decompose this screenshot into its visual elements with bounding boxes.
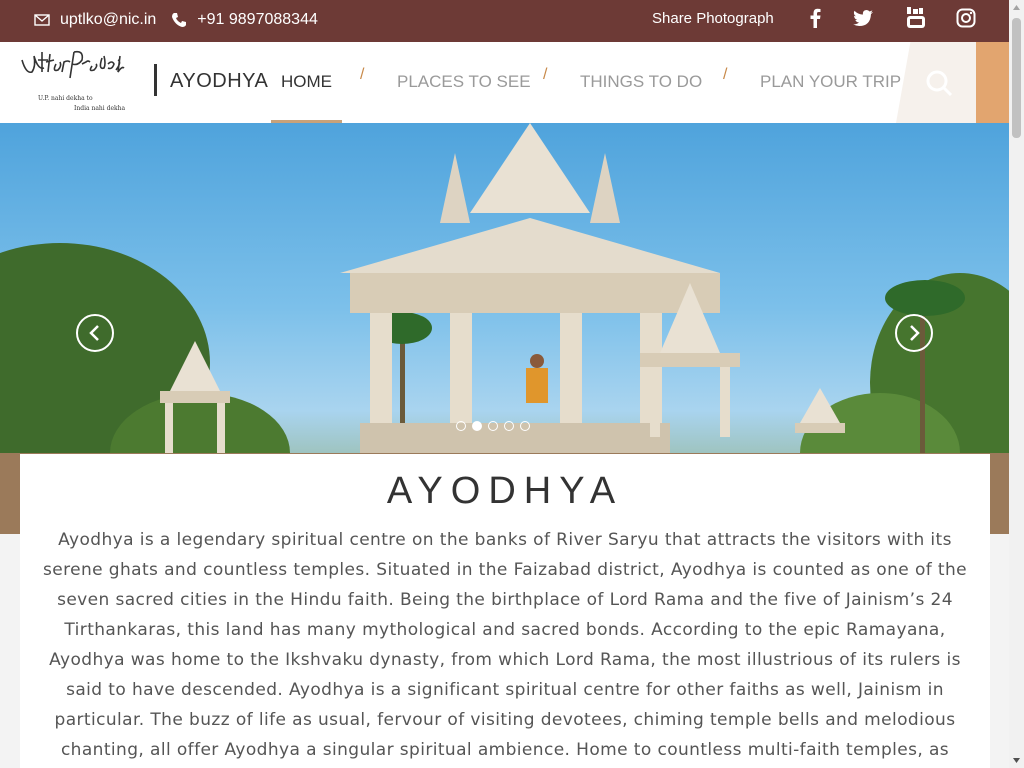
- slider-dots: [456, 421, 530, 431]
- phone-icon: [172, 13, 187, 27]
- email-link[interactable]: uptlko@nic.in: [34, 11, 156, 29]
- slider-prev-button[interactable]: [76, 314, 114, 352]
- email-text: uptlko@nic.in: [60, 11, 157, 28]
- slider-dot[interactable]: [472, 421, 482, 431]
- uttar-pradesh-logo[interactable]: U.P. nahi dekha to India nahi dekha: [18, 48, 128, 114]
- svg-text:U.P. nahi dekha to: U.P. nahi dekha to: [38, 95, 93, 102]
- nav-plan-your-trip[interactable]: PLAN YOUR TRIP: [760, 72, 901, 92]
- chevron-right-icon: [910, 325, 920, 341]
- page-scrollbar[interactable]: [1009, 0, 1024, 768]
- slider-next-button[interactable]: [895, 314, 933, 352]
- twitter-icon[interactable]: [851, 6, 875, 30]
- youtube-icon[interactable]: [904, 6, 928, 30]
- nav-things-to-do[interactable]: THINGS TO DO: [580, 72, 702, 92]
- nav-separator: /: [360, 66, 365, 83]
- page-title: AYODHYA: [386, 470, 624, 512]
- city-name: AYODHYA: [170, 70, 269, 92]
- phone-link[interactable]: +91 9897088344: [171, 11, 318, 29]
- nav-separator: /: [723, 66, 728, 83]
- envelope-icon: [34, 14, 50, 26]
- share-photograph-link[interactable]: Share Photograph: [652, 10, 774, 27]
- svg-text:India nahi dekha: India nahi dekha: [74, 105, 126, 112]
- slider-dot[interactable]: [504, 421, 514, 431]
- facebook-icon[interactable]: [803, 6, 827, 30]
- contact-info: uptlko@nic.in +91 9897088344: [34, 0, 333, 40]
- logo-divider: [154, 64, 157, 96]
- scroll-down-arrow-icon[interactable]: [1009, 753, 1024, 768]
- slider-dot[interactable]: [456, 421, 466, 431]
- search-icon[interactable]: [924, 68, 954, 98]
- phone-text: +91 9897088344: [197, 11, 318, 28]
- scroll-up-arrow-icon[interactable]: [1009, 0, 1024, 15]
- intro-paragraph: Ayodhya is a legendary spiritual centre …: [42, 530, 968, 760]
- instagram-icon[interactable]: [954, 6, 978, 30]
- nav-home[interactable]: HOME: [281, 72, 332, 92]
- slider-dot[interactable]: [488, 421, 498, 431]
- intro-card: AYODHYA Ayodhya is a legendary spiritual…: [20, 454, 990, 768]
- menu-toggle-tab[interactable]: [976, 42, 1009, 123]
- slider-dot[interactable]: [520, 421, 530, 431]
- chevron-left-icon: [89, 325, 99, 341]
- main-header: U.P. nahi dekha to India nahi dekha AYOD…: [0, 42, 1009, 123]
- nav-separator: /: [543, 66, 548, 83]
- top-bar: uptlko@nic.in +91 9897088344 Share Photo…: [0, 0, 1009, 42]
- scrollbar-thumb[interactable]: [1012, 18, 1021, 138]
- nav-places-to-see[interactable]: PLACES TO SEE: [397, 72, 531, 92]
